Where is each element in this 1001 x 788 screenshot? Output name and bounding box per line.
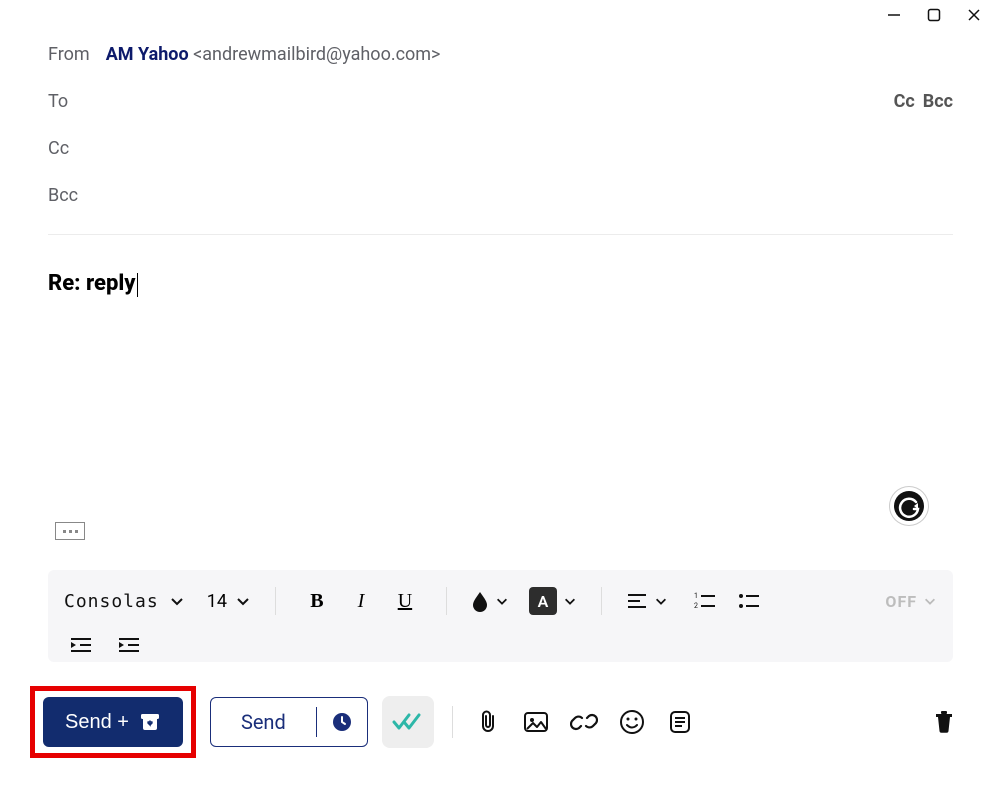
align-left-icon bbox=[626, 592, 648, 610]
smile-icon bbox=[619, 709, 645, 735]
chevron-down-icon bbox=[169, 593, 185, 609]
italic-button[interactable]: I bbox=[344, 584, 378, 618]
read-receipt-button[interactable] bbox=[382, 696, 434, 748]
send-button[interactable]: Send bbox=[210, 697, 368, 747]
compose-window: From AM Yahoo <andrewmailbird@yahoo.com>… bbox=[0, 0, 1001, 788]
outdent-button[interactable] bbox=[64, 628, 98, 662]
action-bar: Send + Send bbox=[30, 686, 961, 758]
divider bbox=[48, 234, 953, 235]
tracking-label: OFF bbox=[885, 592, 917, 611]
window-controls bbox=[885, 0, 1001, 30]
schedule-send-button[interactable] bbox=[317, 711, 367, 733]
to-label: To bbox=[48, 91, 68, 112]
insert-image-button[interactable] bbox=[519, 705, 553, 739]
font-family-value: Consolas bbox=[64, 591, 159, 612]
chevron-down-icon bbox=[654, 594, 668, 608]
trash-icon bbox=[933, 709, 955, 735]
to-row[interactable]: To Cc Bcc bbox=[48, 91, 953, 112]
ink-drop-icon bbox=[471, 590, 489, 612]
font-size-picker[interactable]: 14 bbox=[207, 591, 251, 612]
text-color-picker[interactable] bbox=[471, 590, 509, 612]
note-icon bbox=[668, 709, 692, 735]
annotation-highlight: Send + bbox=[30, 686, 196, 758]
alignment-picker[interactable] bbox=[626, 592, 668, 610]
bcc-label: Bcc bbox=[48, 185, 78, 206]
maximize-button[interactable] bbox=[925, 6, 943, 24]
cc-label: Cc bbox=[48, 138, 69, 159]
emoji-button[interactable] bbox=[615, 705, 649, 739]
expand-quoted-icon[interactable] bbox=[55, 522, 85, 540]
attachment-button[interactable] bbox=[471, 705, 505, 739]
bold-button[interactable]: B bbox=[300, 584, 334, 618]
from-label: From bbox=[48, 44, 90, 65]
double-check-icon bbox=[391, 710, 425, 734]
from-account: AM Yahoo bbox=[106, 44, 189, 65]
numbered-list-button[interactable]: 1 2 bbox=[688, 584, 722, 618]
archive-icon bbox=[139, 712, 161, 732]
chevron-down-icon bbox=[563, 594, 577, 608]
from-row[interactable]: From AM Yahoo <andrewmailbird@yahoo.com> bbox=[48, 44, 953, 65]
svg-text:2: 2 bbox=[694, 602, 698, 610]
chevron-down-icon bbox=[235, 593, 251, 609]
template-button[interactable] bbox=[663, 705, 697, 739]
send-and-archive-button[interactable]: Send + bbox=[43, 697, 183, 747]
paperclip-icon bbox=[477, 709, 499, 735]
show-cc-link[interactable]: Cc bbox=[894, 91, 915, 112]
highlight-icon: A bbox=[529, 587, 557, 615]
bulleted-list-button[interactable] bbox=[732, 584, 766, 618]
compose-header: From AM Yahoo <andrewmailbird@yahoo.com>… bbox=[48, 44, 953, 296]
underline-button[interactable]: U bbox=[388, 584, 422, 618]
clock-icon bbox=[331, 711, 353, 733]
svg-text:1: 1 bbox=[694, 592, 698, 600]
minimize-button[interactable] bbox=[885, 6, 903, 24]
highlight-color-picker[interactable]: A bbox=[529, 587, 577, 615]
divider bbox=[275, 587, 276, 615]
bcc-row[interactable]: Bcc bbox=[48, 185, 953, 206]
font-family-picker[interactable]: Consolas bbox=[64, 591, 185, 612]
close-button[interactable] bbox=[965, 6, 983, 24]
insert-link-button[interactable] bbox=[567, 705, 601, 739]
discard-button[interactable] bbox=[927, 705, 961, 739]
subject-input[interactable]: Re: reply bbox=[48, 271, 136, 296]
link-icon bbox=[570, 710, 598, 734]
send-label: Send bbox=[211, 710, 316, 734]
image-icon bbox=[523, 710, 549, 734]
divider bbox=[452, 706, 453, 738]
format-toolbar: Consolas 14 B I U A bbox=[48, 570, 953, 662]
show-bcc-link[interactable]: Bcc bbox=[923, 91, 953, 112]
tracking-toggle[interactable]: OFF bbox=[885, 592, 937, 611]
grammar-check-badge[interactable] bbox=[889, 486, 929, 526]
divider bbox=[446, 587, 447, 615]
indent-button[interactable] bbox=[112, 628, 146, 662]
send-and-archive-label: Send + bbox=[65, 711, 129, 734]
chevron-down-icon bbox=[495, 594, 509, 608]
cc-row[interactable]: Cc bbox=[48, 138, 953, 159]
chevron-down-icon bbox=[923, 594, 937, 608]
font-size-value: 14 bbox=[207, 591, 227, 612]
from-email: <andrewmailbird@yahoo.com> bbox=[193, 44, 440, 65]
divider bbox=[601, 587, 602, 615]
